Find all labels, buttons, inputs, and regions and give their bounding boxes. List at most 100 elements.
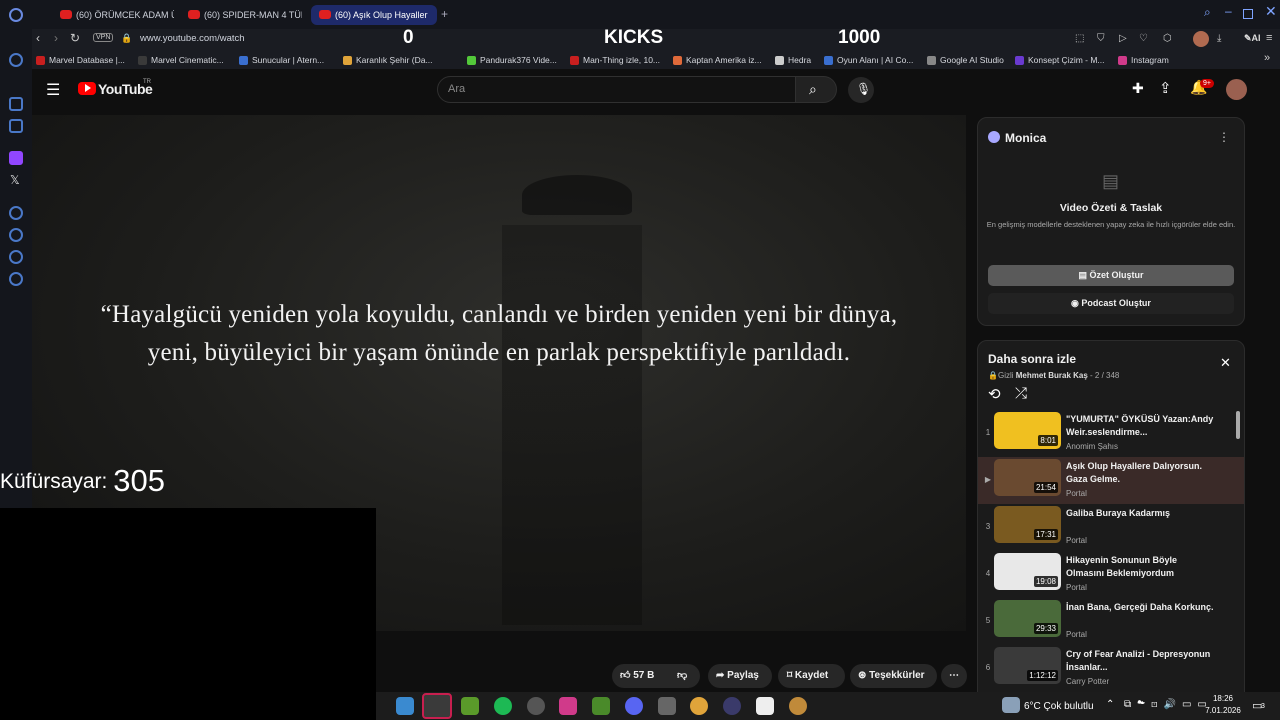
save-button[interactable]: ⌑ Kaydet xyxy=(778,664,845,688)
taskbar-app-icon[interactable] xyxy=(527,697,545,715)
x-icon[interactable]: 𝕏 xyxy=(10,173,20,187)
weather-icon xyxy=(1002,697,1020,713)
playlist-item[interactable]: 1 8:01 "YUMURTA" ÖYKÜSÜ Yazan:Andy Weir.… xyxy=(978,410,1244,457)
like-button[interactable]: 👍︎ 57 B xyxy=(612,664,668,688)
taskbar-instagram-icon[interactable] xyxy=(559,697,577,715)
search-tabs-icon[interactable]: ⌕ xyxy=(1204,5,1211,20)
webcam-overlay xyxy=(0,508,376,720)
bookmark-item[interactable]: Konsept Çizim - M... xyxy=(1015,53,1105,67)
bookmark-item[interactable]: Sunucular | Atern... xyxy=(239,53,324,67)
bookmark-item[interactable]: Oyun Alanı | AI Co... xyxy=(824,53,913,67)
player-icon[interactable] xyxy=(9,206,23,220)
bookmark-item[interactable]: Pandurak376 Vide... xyxy=(467,53,557,67)
ai-button[interactable]: ✎AI xyxy=(1244,33,1261,44)
minimize-icon[interactable]: – xyxy=(1225,4,1232,18)
youtube-icon xyxy=(319,10,331,19)
clock-date[interactable]: 7.01.2026 xyxy=(1203,706,1243,715)
taskbar-app-icon[interactable] xyxy=(658,697,676,715)
loop-icon[interactable]: ⟲ xyxy=(988,385,1001,403)
settings-icon[interactable] xyxy=(9,272,23,286)
podcast-button[interactable]: ◉ Podcast Oluştur xyxy=(988,293,1234,314)
close-window-icon[interactable]: ✕ xyxy=(1265,3,1277,20)
bookmark-item[interactable]: Kaptan Amerika iz... xyxy=(673,53,762,67)
vpn-badge[interactable]: VPN xyxy=(93,33,114,42)
heart-icon[interactable]: ♡ xyxy=(1139,33,1148,44)
kufur-counter: Küfürsayar: 305 xyxy=(0,463,165,499)
share-button[interactable]: ➦ Paylaş xyxy=(708,664,772,688)
create-icon[interactable]: ✚ xyxy=(1132,80,1144,97)
taskbar-capcut-icon[interactable] xyxy=(756,697,774,715)
taskbar-opera-icon[interactable] xyxy=(422,693,452,719)
download-icon[interactable]: ⤓ xyxy=(1217,33,1221,44)
more-bookmarks-icon[interactable]: » xyxy=(1264,52,1270,64)
taskbar-app-icon[interactable] xyxy=(723,697,741,715)
forward-icon[interactable]: › xyxy=(54,31,58,45)
weather-text[interactable]: 6°C Çok bulutlu xyxy=(1024,701,1094,712)
bookmark-item[interactable]: Marvel Database |... xyxy=(36,53,125,67)
bookmark-item[interactable]: Marvel Cinematic... xyxy=(138,53,224,67)
save-label: Kaydet xyxy=(794,670,829,681)
tab-label: (60) Aşık Olup Hayaller xyxy=(335,10,428,20)
opera-logo-icon[interactable] xyxy=(9,8,23,22)
app-icon[interactable] xyxy=(9,119,23,133)
tab-1[interactable]: (60) ÖRÜMCEK ADAM ÜÇ xyxy=(52,5,174,25)
bookmark-item[interactable]: Karanlık Şehir (Da... xyxy=(343,53,433,67)
hamburger-menu-icon[interactable]: ☰ xyxy=(46,80,60,100)
playlist-owner[interactable]: Mehmet Burak Kaş xyxy=(1016,371,1088,380)
playlist-item[interactable]: 4 19:08 Hikayenin Sonunun Böyle Olmasını… xyxy=(978,551,1244,598)
overlay-left-count: 0 xyxy=(403,27,414,48)
bookmark-item[interactable]: Hedra xyxy=(775,53,811,67)
playlist-item[interactable]: 6 1:12:12 Cry of Fear Analizi - Depresyo… xyxy=(978,645,1244,692)
more-actions-button[interactable]: ⋯ xyxy=(941,664,967,688)
chat-icon[interactable] xyxy=(9,97,23,111)
taskbar-app-icon[interactable] xyxy=(592,697,610,715)
upload-icon[interactable]: ⇪ xyxy=(1159,79,1172,97)
bookmark-item[interactable]: Google AI Studio xyxy=(927,53,1004,67)
tab-3-active[interactable]: (60) Aşık Olup Hayaller xyxy=(311,5,437,25)
bookmark-favicon-icon xyxy=(467,56,476,65)
close-playlist-icon[interactable]: ✕ xyxy=(1220,355,1231,371)
account-avatar[interactable] xyxy=(1226,79,1247,100)
bookmark-label: Sunucular | Atern... xyxy=(252,55,325,65)
playlist-item-current[interactable]: ▶ 21:54 Aşık Olup Hayallere Dalıyorsun. … xyxy=(978,457,1244,504)
thanks-button[interactable]: ⊛ Teşekkürler xyxy=(850,664,937,688)
tab-switcher-icon[interactable] xyxy=(32,5,40,25)
search-input[interactable]: Ara xyxy=(437,76,796,103)
clock-time[interactable]: 18:26 xyxy=(1205,694,1241,703)
shuffle-icon[interactable]: ⤮ xyxy=(1015,385,1027,402)
bookmark-item[interactable]: Man-Thing izle, 10... xyxy=(570,53,660,67)
summary-button[interactable]: ▤ Özet Oluştur xyxy=(988,265,1234,286)
reload-icon[interactable]: ↻ xyxy=(70,31,80,45)
playlist-item[interactable]: 3 17:31 Galiba Buraya Kadarmış Portal xyxy=(978,504,1244,551)
snapshot-icon[interactable]: ⬚ xyxy=(1075,33,1084,44)
new-tab-icon[interactable]: + xyxy=(441,7,448,21)
messenger-icon[interactable] xyxy=(9,53,23,67)
voice-search-button[interactable]: 🎙 xyxy=(848,77,874,103)
bookmark-item[interactable]: Instagram xyxy=(1118,53,1169,67)
taskbar-app-icon[interactable] xyxy=(789,697,807,715)
tab-2[interactable]: (60) SPIDER-MAN 4 TÜM xyxy=(180,5,302,25)
taskbar-nvidia-icon[interactable] xyxy=(461,697,479,715)
url-field[interactable]: www.youtube.com/watch xyxy=(140,33,245,44)
profile-avatar[interactable] xyxy=(1193,31,1209,47)
bookmark-label: Kaptan Amerika iz... xyxy=(686,55,762,65)
taskbar-app-icon[interactable] xyxy=(396,697,414,715)
back-icon[interactable]: ‹ xyxy=(36,31,40,45)
playlist-item[interactable]: 5 29:33 İnan Bana, Gerçeği Daha Korkunç.… xyxy=(978,598,1244,645)
maximize-icon[interactable] xyxy=(1243,9,1253,19)
taskbar-chrome-icon[interactable] xyxy=(690,697,708,715)
history-icon[interactable] xyxy=(9,228,23,242)
shield-icon[interactable]: ⛉ xyxy=(1097,33,1105,44)
search-button[interactable]: ⌕ xyxy=(795,76,837,103)
tray-expand-icon[interactable]: ⌃ xyxy=(1106,699,1114,710)
play-icon[interactable]: ▷ xyxy=(1119,33,1127,44)
twitch-icon[interactable] xyxy=(9,151,23,165)
extension-icon[interactable]: ⬡ xyxy=(1163,33,1172,44)
tray-icons[interactable]: ⧉☁⊡🔊▭▭ xyxy=(1124,699,1213,710)
extensions-icon[interactable] xyxy=(9,250,23,264)
monica-menu-icon[interactable]: ⋮ xyxy=(1218,130,1230,144)
taskbar-spotify-icon[interactable] xyxy=(494,697,512,715)
taskbar-discord-icon[interactable] xyxy=(625,697,643,715)
menu-icon[interactable]: ≡ xyxy=(1266,32,1272,44)
dislike-button[interactable]: 👎︎ xyxy=(668,664,700,688)
